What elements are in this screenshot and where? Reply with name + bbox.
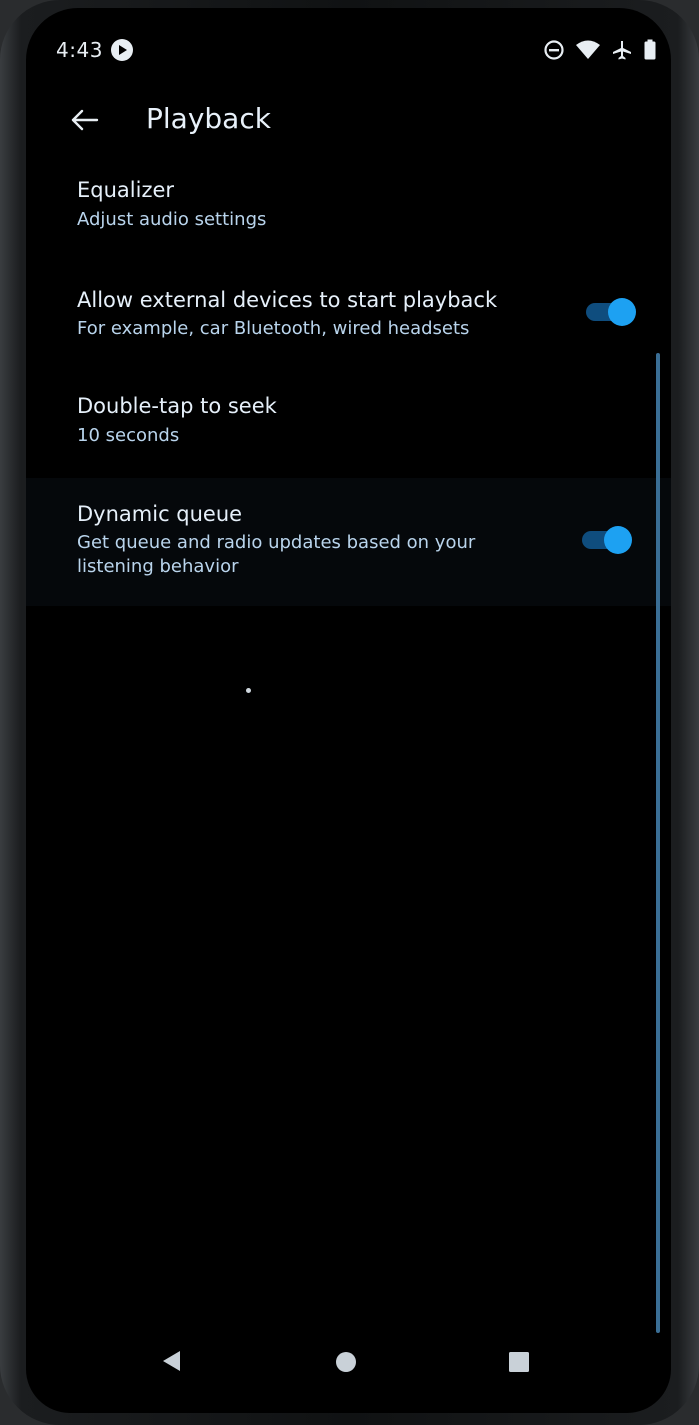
page-title: Playback (146, 102, 271, 135)
setting-subtitle: Get queue and radio updates based on you… (77, 532, 476, 577)
external-devices-toggle[interactable] (586, 298, 636, 326)
screen: 4:43 Playback Equalizer Adjust audio set… (26, 8, 671, 1413)
arrow-back-icon (71, 109, 99, 131)
nav-recents-button[interactable] (504, 1347, 534, 1377)
nav-recents-icon (509, 1352, 529, 1372)
nav-back-button[interactable] (156, 1346, 186, 1376)
setting-title: Equalizer (77, 178, 175, 202)
back-button[interactable] (64, 100, 104, 140)
battery-icon (644, 39, 656, 60)
setting-title: Allow external devices to start playback (77, 288, 498, 312)
dynamic-queue-toggle[interactable] (582, 526, 632, 554)
nav-home-icon (336, 1352, 356, 1372)
setting-subtitle: For example, car Bluetooth, wired headse… (77, 318, 470, 339)
airplane-mode-icon (613, 41, 631, 60)
media-app-icon (111, 39, 133, 61)
nav-back-icon (163, 1351, 180, 1371)
setting-subtitle: Adjust audio settings (77, 209, 267, 230)
status-time: 4:43 (56, 38, 103, 62)
nav-home-button[interactable] (331, 1347, 361, 1377)
toggle-thumb (604, 526, 632, 554)
wifi-icon (576, 40, 600, 59)
scrollbar[interactable] (656, 353, 660, 1333)
setting-dynamic-queue[interactable]: Dynamic queue Get queue and radio update… (26, 478, 671, 606)
setting-equalizer[interactable]: Equalizer Adjust audio settings (26, 168, 671, 260)
setting-double-tap-seek[interactable]: Double-tap to seek 10 seconds (26, 384, 671, 476)
setting-subtitle: 10 seconds (77, 425, 180, 446)
setting-title: Double-tap to seek (77, 394, 277, 418)
status-icons (543, 38, 657, 62)
do-not-disturb-icon (544, 40, 564, 60)
toggle-thumb (608, 298, 636, 326)
setting-title: Dynamic queue (77, 502, 243, 526)
setting-external-devices[interactable]: Allow external devices to start playback… (26, 276, 671, 376)
phone-frame: 4:43 Playback Equalizer Adjust audio set… (0, 0, 699, 1425)
touch-indicator-dot (246, 688, 251, 693)
